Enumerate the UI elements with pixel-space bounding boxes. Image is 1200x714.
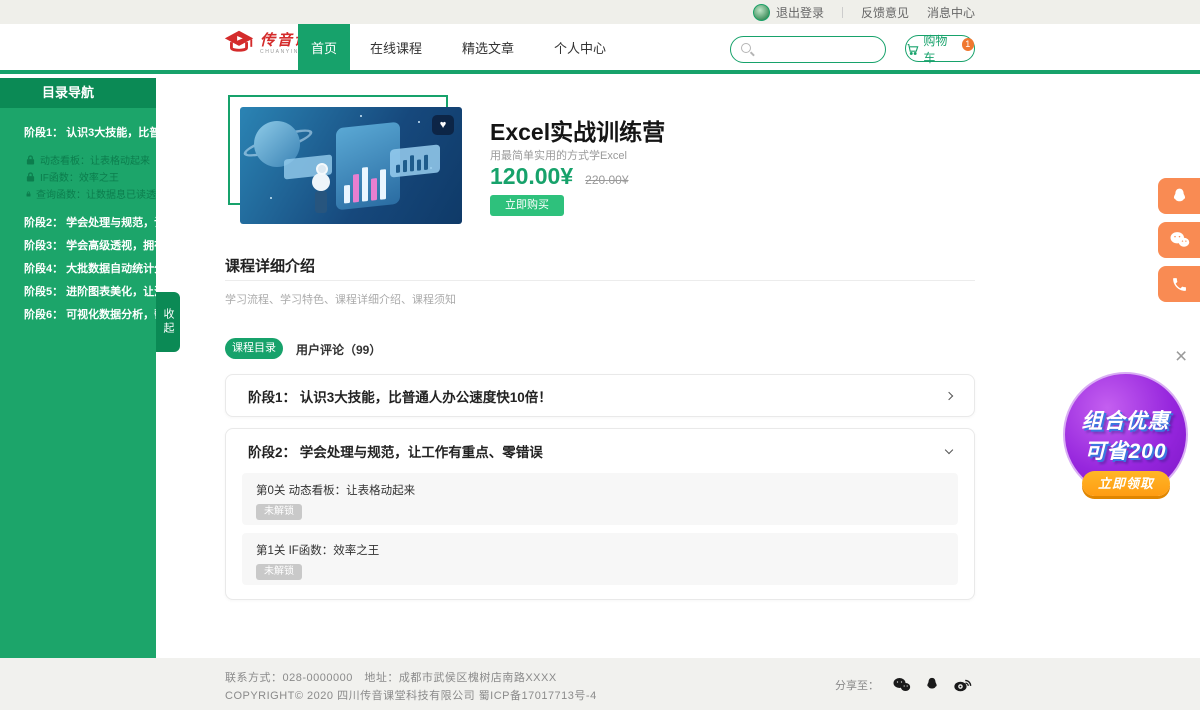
phone-contact-button[interactable] bbox=[1158, 266, 1200, 302]
footer-contact: 联系方式：028-0000000 地址：成都市武侯区槐树店南路XXXX bbox=[225, 669, 557, 685]
chevron-right-icon bbox=[195, 309, 203, 317]
menu-item-articles[interactable]: 精选文章 bbox=[442, 24, 534, 74]
sidebar-stage-2-label: 阶段2： 学会处理与规范，让工作... bbox=[24, 214, 196, 230]
tab-course-catalog[interactable]: 课程目录 bbox=[225, 338, 283, 359]
topbar: 退出登录 反馈意见 消息中心 bbox=[0, 0, 1200, 24]
sidebar-lesson-2[interactable]: IF函数：效率之王 bbox=[0, 168, 156, 185]
locked-status-badge: 未解锁 bbox=[256, 504, 302, 520]
lesson-row-1[interactable]: 第1关 IF函数：效率之王 未解锁 bbox=[242, 533, 958, 585]
sidebar-stage-3-label: 阶段3： 学会高级透视，拥有同时... bbox=[24, 237, 196, 253]
share-label: 分享至： bbox=[835, 677, 879, 693]
main-menu: 首页 在线课程 精选文章 个人中心 bbox=[298, 24, 626, 74]
accordion-stage-1[interactable]: 阶段1： 认识3大技能，比普通人办公速度快10倍！ bbox=[225, 374, 975, 417]
sidebar-lesson-1-label: 动态看板：让表格动起来 bbox=[40, 152, 150, 167]
cart-count-badge: 1 bbox=[962, 38, 974, 51]
sidebar-stage-4[interactable]: 阶段4： 大批数据自动统计分析，... bbox=[0, 256, 156, 279]
chevron-right-icon bbox=[195, 263, 203, 271]
qq-icon bbox=[1170, 187, 1189, 206]
astronaut-illustration bbox=[315, 191, 327, 213]
buy-now-button[interactable]: 立即购买 bbox=[490, 195, 564, 216]
accordion-stage-2-header[interactable]: 阶段2： 学会处理与规范，让工作有重点、零错误 bbox=[226, 429, 974, 473]
lesson-title: 第1关 IF函数：效率之王 bbox=[256, 542, 944, 558]
sidebar-stage-5[interactable]: 阶段5： 进阶图表美化，让汇报一... bbox=[0, 279, 156, 302]
promo-line-2: 可省200 bbox=[1084, 435, 1166, 465]
sidebar-stage-1[interactable]: 阶段1： 认识3大技能，比普通人... bbox=[0, 120, 156, 143]
chevron-down-icon bbox=[190, 126, 198, 134]
lock-icon bbox=[26, 172, 35, 182]
sidebar-lesson-3-label: 查询函数：让数据息已读透 bbox=[36, 186, 156, 201]
share-weibo-icon[interactable] bbox=[953, 676, 972, 693]
chevron-right-icon bbox=[195, 240, 203, 248]
footer: 联系方式：028-0000000 地址：成都市武侯区槐树店南路XXXX COPY… bbox=[0, 658, 1200, 710]
course-cover-image[interactable]: ♥ bbox=[240, 107, 462, 224]
promo-close-icon[interactable]: × bbox=[1175, 346, 1187, 367]
menu-item-profile[interactable]: 个人中心 bbox=[534, 24, 626, 74]
wechat-contact-button[interactable] bbox=[1158, 222, 1200, 258]
current-price: 120.00¥ bbox=[490, 163, 573, 190]
sidebar-stage-1-label: 阶段1： 认识3大技能，比普通人... bbox=[24, 124, 191, 140]
sidebar-lesson-2-label: IF函数：效率之王 bbox=[40, 169, 119, 184]
lock-icon bbox=[26, 189, 31, 199]
section-divider bbox=[225, 280, 975, 281]
sidebar-stage-3[interactable]: 阶段3： 学会高级透视，拥有同时... bbox=[0, 233, 156, 256]
phone-icon bbox=[1171, 276, 1188, 293]
search-bar: 搜索 bbox=[730, 36, 886, 63]
cart-icon bbox=[906, 42, 919, 56]
chevron-right-icon bbox=[195, 217, 203, 225]
lesson-row-0[interactable]: 第0关 动态看板：让表格动起来 未解锁 bbox=[242, 473, 958, 525]
sidebar-stage-4-label: 阶段4： 大批数据自动统计分析，... bbox=[24, 260, 196, 276]
cart-button[interactable]: 购物车 1 bbox=[905, 35, 975, 62]
messages-link[interactable]: 消息中心 bbox=[927, 4, 975, 21]
favorite-heart-icon[interactable]: ♥ bbox=[432, 115, 454, 135]
user-avatar[interactable] bbox=[753, 4, 770, 21]
chevron-down-icon bbox=[945, 445, 953, 453]
promo-claim-button[interactable]: 立即领取 bbox=[1082, 471, 1170, 496]
search-input[interactable] bbox=[731, 37, 886, 62]
accordion-stage-1-title: 阶段1： 认识3大技能，比普通人办公速度快10倍！ bbox=[248, 386, 552, 406]
sidebar-lesson-1[interactable]: 动态看板：让表格动起来 bbox=[0, 151, 156, 168]
chevron-right-icon bbox=[195, 286, 203, 294]
menu-item-courses[interactable]: 在线课程 bbox=[350, 24, 442, 74]
logout-link[interactable]: 退出登录 bbox=[776, 4, 824, 21]
promo-line-1: 组合优惠 bbox=[1082, 405, 1170, 435]
sidebar-stage-2[interactable]: 阶段2： 学会处理与规范，让工作... bbox=[0, 210, 156, 233]
graduation-cap-icon bbox=[222, 29, 256, 59]
search-icon bbox=[741, 43, 751, 53]
sidebar-collapse-button[interactable]: 收起 bbox=[156, 292, 180, 352]
wechat-icon bbox=[1169, 231, 1190, 249]
sidebar-lesson-3[interactable]: 查询函数：让数据息已读透 bbox=[0, 185, 156, 202]
catalog-sidebar: 目录导航 阶段1： 认识3大技能，比普通人... 动态看板：让表格动起来 IF函… bbox=[0, 78, 156, 658]
tab-user-comments[interactable]: 用户评论（99） bbox=[296, 341, 381, 358]
course-title: Excel实战训练营 bbox=[490, 113, 665, 147]
price-row: 120.00¥ 220.00¥ bbox=[490, 163, 629, 190]
feedback-link[interactable]: 反馈意见 bbox=[861, 4, 909, 21]
course-subtitle: 用最简单实用的方式学Excel bbox=[490, 147, 627, 163]
footer-copyright: COPYRIGHT© 2020 四川传音课堂科技有限公司 蜀ICP备170177… bbox=[225, 687, 597, 703]
accordion-stage-2: 阶段2： 学会处理与规范，让工作有重点、零错误 第0关 动态看板：让表格动起来 … bbox=[225, 428, 975, 600]
lesson-title: 第0关 动态看板：让表格动起来 bbox=[256, 482, 944, 498]
sidebar-stage-6[interactable]: 阶段6： 可视化数据分析，帮老板... bbox=[0, 302, 156, 325]
share-wechat-icon[interactable] bbox=[892, 677, 911, 693]
original-price: 220.00¥ bbox=[585, 173, 628, 187]
detail-tags: 学习流程、学习特色、课程详细介绍、课程须知 bbox=[225, 291, 456, 307]
qq-contact-button[interactable] bbox=[1158, 178, 1200, 214]
share-qq-icon[interactable] bbox=[924, 676, 940, 693]
share-bar: 分享至： bbox=[835, 676, 972, 693]
lock-icon bbox=[26, 155, 35, 165]
menu-item-home[interactable]: 首页 bbox=[298, 24, 350, 74]
sidebar-title: 目录导航 bbox=[0, 78, 156, 108]
detail-section-title: 课程详细介绍 bbox=[225, 255, 315, 276]
cart-label: 购物车 bbox=[923, 32, 957, 66]
navbar: 传音课堂 CHUANYINKETANG 首页 在线课程 精选文章 个人中心 搜索… bbox=[0, 24, 1200, 74]
chevron-right-icon bbox=[945, 391, 953, 399]
locked-status-badge: 未解锁 bbox=[256, 564, 302, 580]
chart-panel-right bbox=[390, 144, 440, 177]
topbar-divider bbox=[842, 7, 843, 18]
accordion-stage-2-title: 阶段2： 学会处理与规范，让工作有重点、零错误 bbox=[248, 441, 543, 461]
